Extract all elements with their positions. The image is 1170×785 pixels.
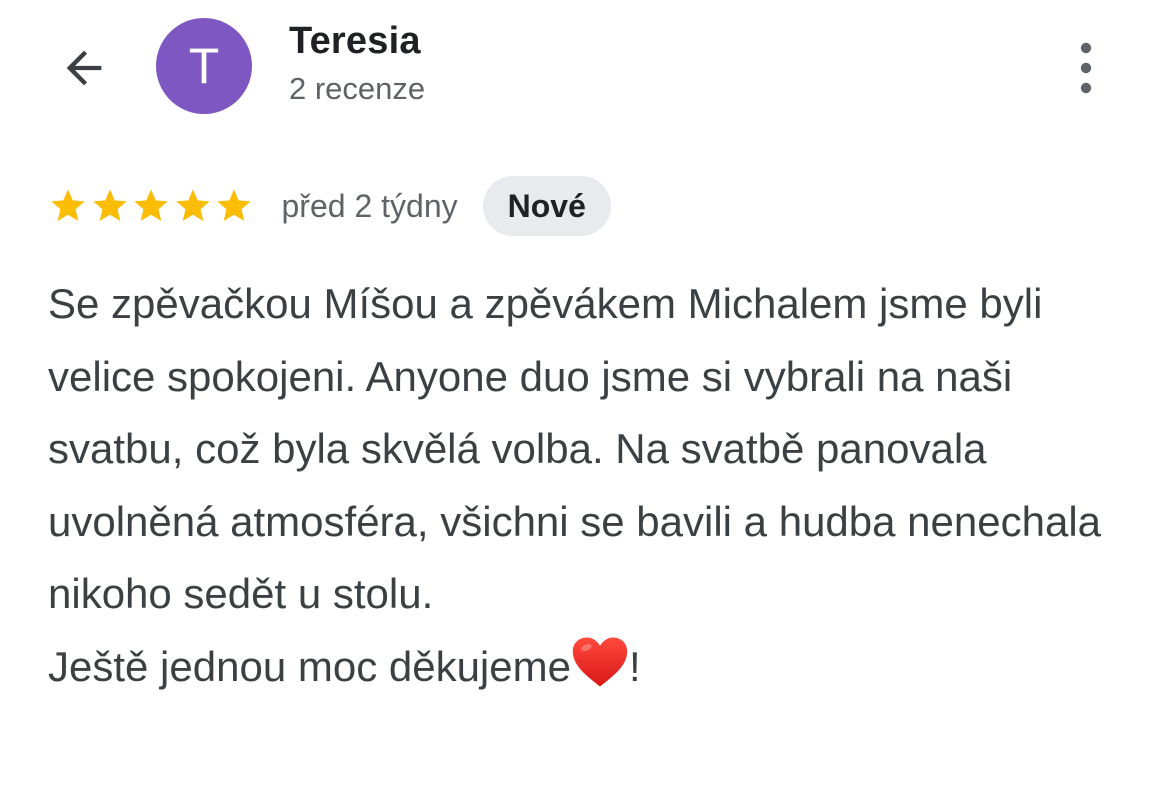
review-closing: Ještě jednou moc děkujeme (48, 642, 571, 690)
review-header: T Teresia 2 recenze (0, 0, 1170, 130)
review-body: Se zpěvačkou Míšou a zpěvákem Michalem j… (48, 280, 1113, 617)
review-date: před 2 týdny (281, 187, 458, 224)
reviewer-name[interactable]: Teresia (289, 20, 421, 63)
new-badge: Nové (482, 176, 611, 236)
star-icon (175, 189, 210, 221)
review-count: 2 recenze (289, 71, 426, 106)
star-icon (92, 189, 127, 221)
star-icon (51, 189, 85, 221)
avatar[interactable]: T (156, 18, 252, 114)
review-meta: před 2 týdny Nové (48, 176, 611, 236)
back-button[interactable] (52, 36, 116, 100)
more-vertical-icon (1080, 42, 1092, 94)
closing-punctuation: ! (628, 642, 641, 690)
arrow-left-icon (66, 50, 102, 86)
review-text: Se zpěvačkou Míšou a zpěvákem Michalem j… (48, 268, 1128, 703)
heart-icon (572, 637, 628, 686)
star-icon (217, 189, 251, 221)
avatar-letter: T (188, 38, 220, 94)
star-icon (134, 189, 168, 221)
more-options-button[interactable] (1060, 36, 1112, 100)
star-rating (48, 176, 256, 236)
